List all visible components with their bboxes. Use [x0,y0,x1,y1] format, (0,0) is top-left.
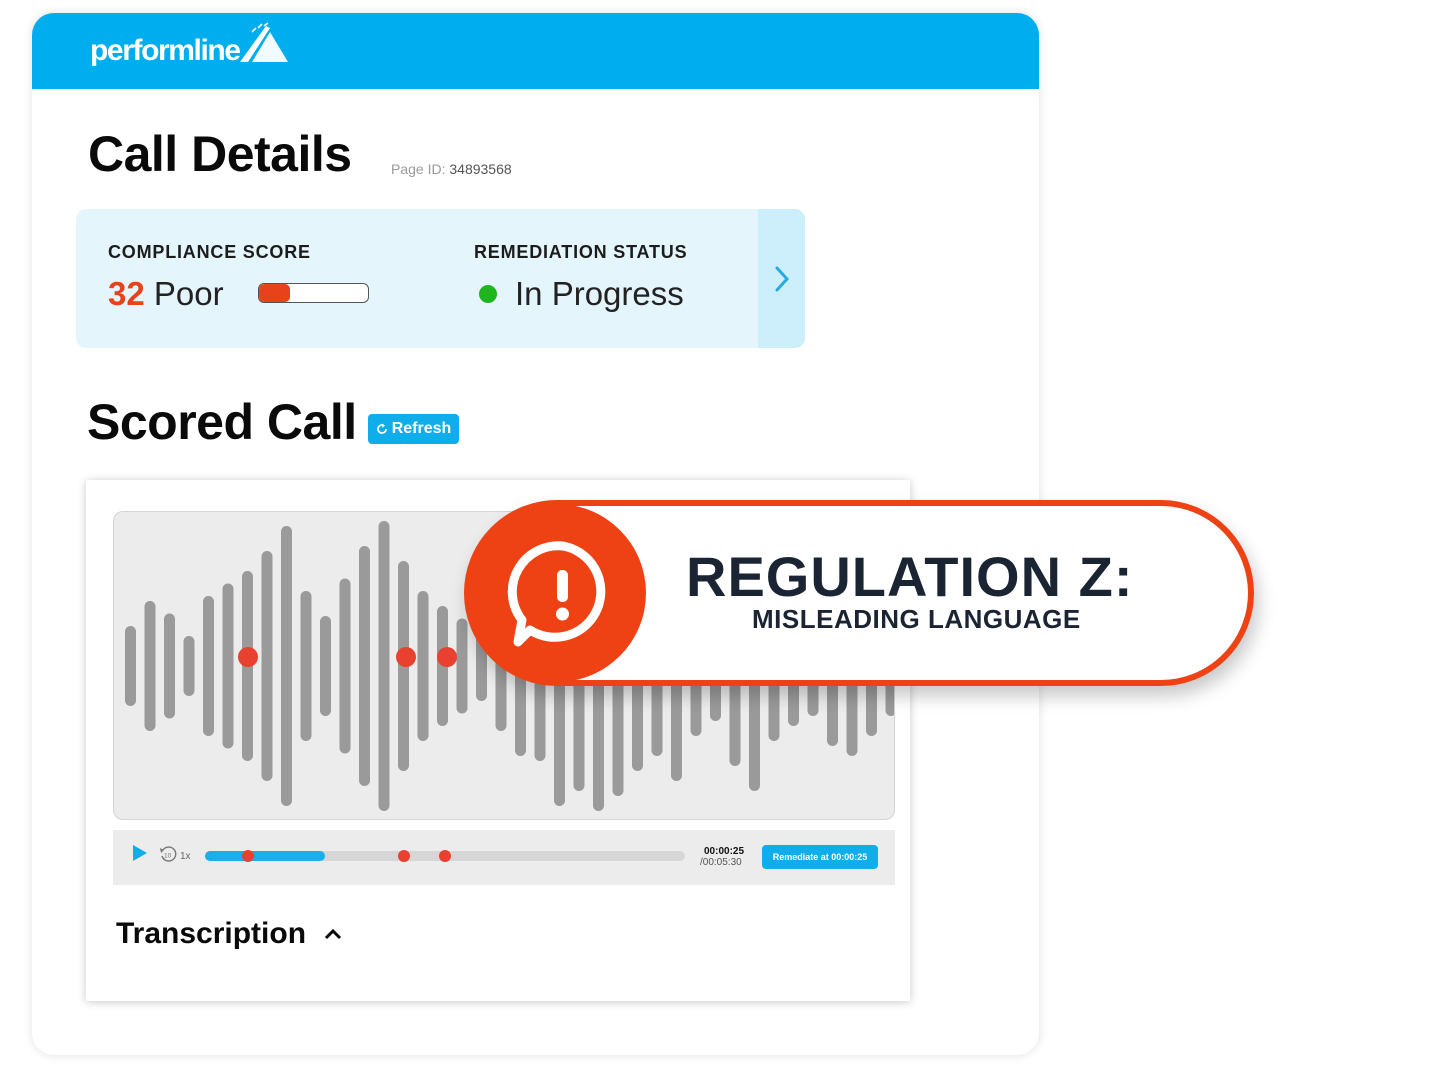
waveform-bar [203,596,214,736]
flag-marker[interactable] [439,850,451,862]
waveform-bar [183,636,195,696]
waveform-flag-marker[interactable] [396,647,416,667]
score-bar [258,283,369,303]
remediation-status-label: REMEDIATION STATUS [474,242,688,262]
status-indicator-dot [479,285,497,303]
regulation-alert-badge: REGULATION Z: MISLEADING LANGUAGE [464,500,1254,686]
compliance-score-value: 32 Poor [108,275,224,313]
compliance-summary-panel: COMPLIANCE SCORE 32 Poor REMEDIATION STA… [76,209,805,348]
transcription-label: Transcription [116,917,307,950]
score-bar-fill [259,284,290,302]
compliance-score-label: COMPLIANCE SCORE [108,242,311,262]
waveform-bar [261,551,273,781]
flag-marker[interactable] [398,850,411,862]
progress-track[interactable] [205,850,685,862]
play-button[interactable] [133,845,147,861]
rewind-10-icon[interactable]: 10 [159,845,177,863]
transcription-toggle[interactable]: Transcription [116,917,342,951]
waveform-bar [378,521,390,811]
alert-title: REGULATION Z: [686,545,1134,608]
waveform-bar [417,591,429,741]
alert-speech-bubble-icon [507,541,606,647]
page-id-value: 34893568 [449,161,512,177]
top-bar: performline [32,13,1039,89]
waveform-bar [281,526,292,806]
chevron-up-icon [324,928,342,940]
score-rating: Poor [153,275,224,312]
waveform-bar [300,591,312,741]
score-number: 32 [108,275,145,312]
performline-logo[interactable]: performline [90,22,290,77]
player-controls: 10 1x 00:00:25 /00:05:30 Remediate at 00… [113,830,895,885]
waveform-bar [164,613,175,719]
waveform-bar [359,546,370,786]
current-time: 00:00:25 [704,846,745,857]
logo-text: performline [90,34,241,67]
logo-mark-icon [239,22,288,62]
alert-subtitle: MISLEADING LANGUAGE [752,604,1081,634]
refresh-button[interactable]: Refresh [368,414,459,444]
remediation-status-value: In Progress [515,275,684,312]
page-id-label: Page ID: [391,161,446,177]
page-id: Page ID: 34893568 [391,161,512,177]
waveform-bar [222,583,234,749]
progress-fill [205,851,325,861]
svg-text:10: 10 [164,853,172,860]
alert-icon-circle [468,504,646,682]
chevron-right-icon [775,266,789,291]
refresh-label: Refresh [391,420,452,437]
remediate-button[interactable]: Remediate at 00:00:25 [762,845,878,869]
waveform-flag-marker[interactable] [238,647,258,667]
page-title: Call Details [88,126,352,182]
refresh-icon [376,423,387,434]
playback-speed[interactable]: 1x [180,851,191,862]
waveform-bar [339,578,351,754]
expand-panel-button[interactable] [758,209,805,348]
waveform-bar [125,626,136,706]
waveform-flag-marker[interactable] [437,647,457,667]
scored-call-title: Scored Call [87,394,357,450]
waveform-bar [320,616,331,716]
waveform-bar [144,601,156,731]
total-time: /00:05:30 [700,857,742,868]
